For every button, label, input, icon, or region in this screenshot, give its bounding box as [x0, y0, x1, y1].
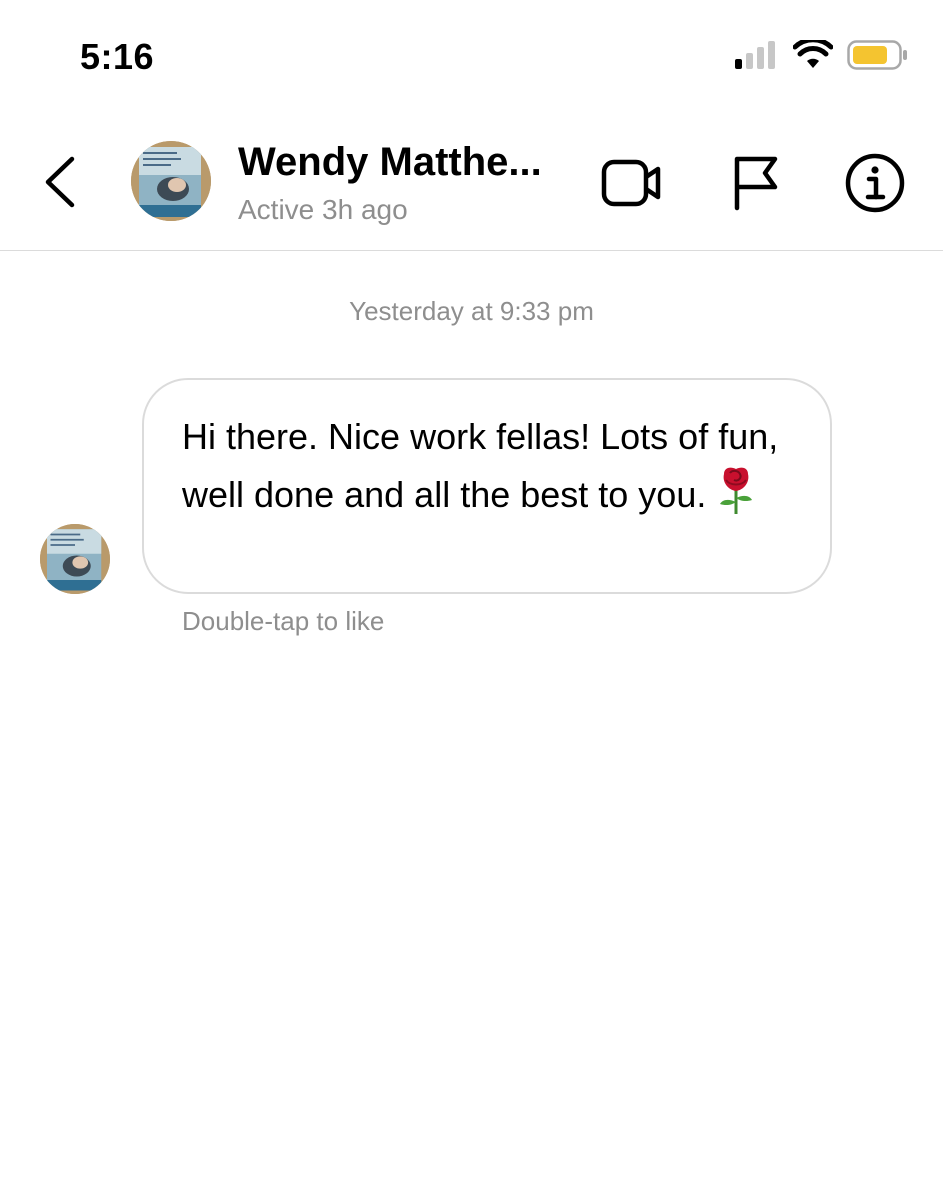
message-text: Hi there. Nice work fellas! Lots of fun,… [182, 416, 779, 516]
message-bubble[interactable]: Hi there. Nice work fellas! Lots of fun,… [142, 378, 832, 594]
back-button[interactable] [38, 152, 82, 212]
cellular-signal-icon [735, 41, 775, 69]
contact-active-status: Active 3h ago [238, 194, 408, 225]
conversation-info-button[interactable] [840, 150, 910, 216]
contact-name[interactable]: Wendy Matthe... [238, 140, 542, 185]
info-icon [845, 153, 905, 213]
message-text-container: Hi there. Nice work fellas! Lots of fun,… [182, 410, 794, 531]
video-camera-icon [601, 159, 661, 207]
battery-icon [847, 40, 907, 70]
back-chevron-icon [45, 156, 75, 208]
wifi-icon [793, 40, 833, 68]
album-cover-image [40, 524, 110, 594]
double-tap-hint: Double-tap to like [182, 606, 385, 636]
album-cover-image [131, 141, 211, 221]
sender-avatar[interactable] [40, 524, 110, 594]
status-icons [735, 40, 909, 70]
report-button[interactable] [720, 150, 790, 216]
message-timestamp: Yesterday at 9:33 pm [349, 296, 594, 326]
flag-icon [734, 156, 778, 211]
status-bar: 5:16 [0, 0, 943, 110]
chat-header: Wendy Matthe... Active 3h ago [0, 130, 943, 251]
status-time: 5:16 [80, 36, 155, 77]
rose-emoji [716, 464, 756, 531]
video-call-button[interactable] [597, 150, 667, 216]
contact-avatar[interactable] [131, 141, 211, 221]
